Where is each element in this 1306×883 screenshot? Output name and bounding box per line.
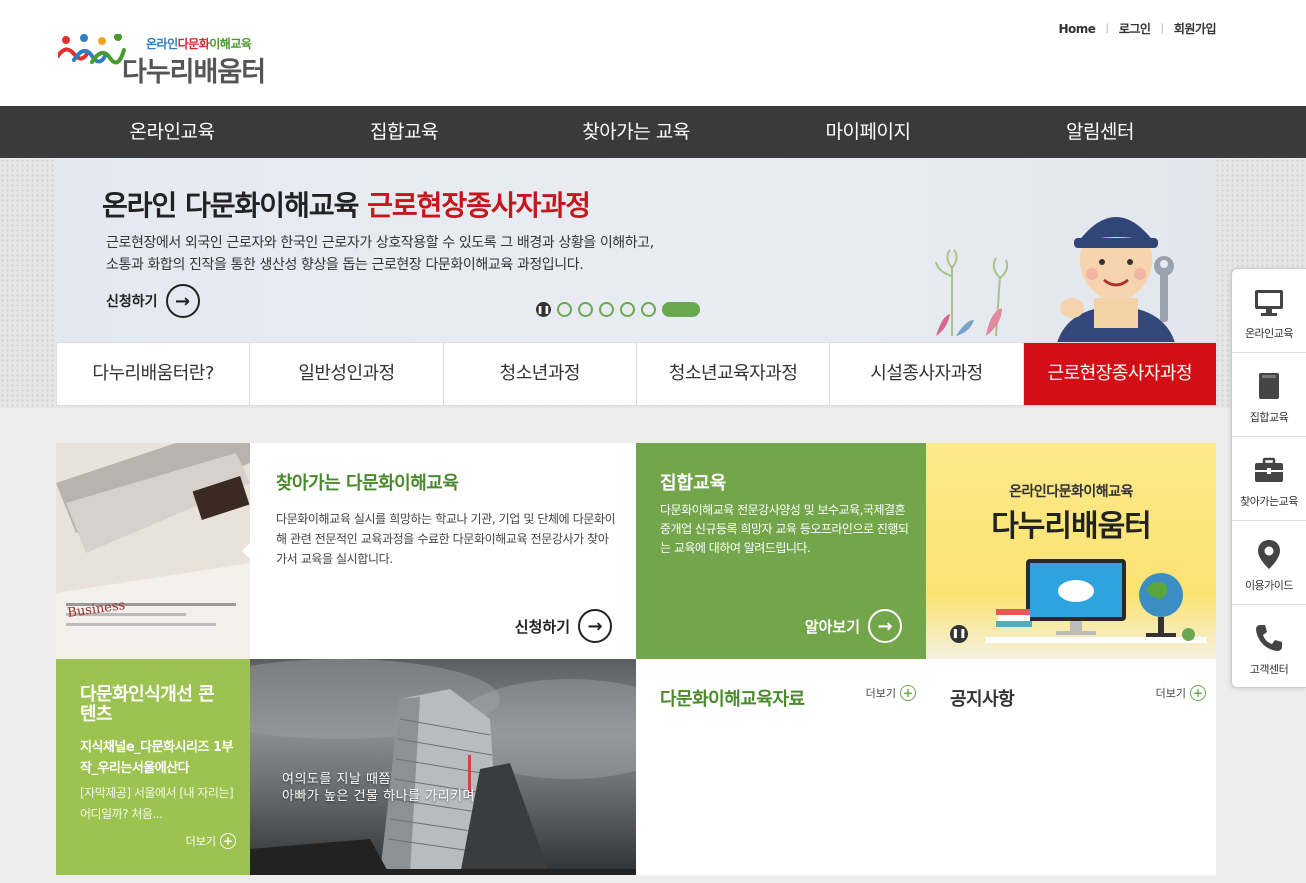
arrow-right-icon: → [868, 609, 902, 643]
nav-item-online[interactable]: 온라인교육 [52, 106, 292, 158]
awareness-content-card: 다문화인식개선 콘텐츠 지식채널e_다문화시리즈 1부작_우리는서울에산다 [자… [56, 659, 250, 875]
quick-item-guide[interactable]: 이용가이드 [1232, 521, 1306, 605]
separator: | [1105, 23, 1109, 34]
quick-menu: 온라인교육 집합교육 찾아가는교육 이용가이드 고객센터 [1231, 268, 1306, 688]
tab-general-adult[interactable]: 일반성인과정 [250, 343, 444, 405]
nav-item-notice[interactable]: 알림센터 [980, 106, 1220, 158]
promo-subtitle: 온라인다문화이해교육 [1009, 484, 1133, 500]
monitor-icon [1255, 290, 1283, 316]
hero-apply-button[interactable]: 신청하기 → [106, 284, 200, 318]
pause-icon[interactable]: ❚❚ [950, 625, 968, 643]
video-caption: 여의도를 지날 때쯤 아빠가 높은 건물 하나를 가리키며 [282, 772, 475, 804]
campaign-subtitle[interactable]: 지식채널e_다문화시리즈 1부작_우리는서울에산다 [80, 737, 240, 779]
hero-description: 근로현장에서 외국인 근로자와 한국인 근로자가 상호작용할 수 있도록 그 배… [106, 235, 654, 273]
book-icon [1259, 373, 1279, 399]
visit-title[interactable]: 찾아가는 다문화이해교육 [276, 469, 459, 495]
top-links: Home | 로그인 | 회원가입 [1059, 20, 1217, 37]
nav-item-mypage[interactable]: 마이페이지 [748, 106, 988, 158]
hero-title: 온라인 다문화이해교육 근로현장종사자과정 [102, 189, 591, 222]
slide-dot[interactable] [641, 302, 656, 317]
slide-dot[interactable] [620, 302, 635, 317]
group-education-card: 집합교육 다문화이해교육 전문강사양성 및 보수교육,국제결혼중개업 신규등록 … [636, 443, 926, 659]
arrow-right-icon: → [165, 284, 200, 318]
video-thumbnail[interactable]: 여의도를 지날 때쯤 아빠가 높은 건물 하나를 가리키며 [250, 659, 636, 875]
slide-dot[interactable] [599, 302, 614, 317]
group-title[interactable]: 집합교육 [660, 469, 726, 495]
slide-dot[interactable] [578, 302, 593, 317]
materials-board: 다문화이해교육자료 더보기 + [636, 659, 926, 875]
tab-field-worker[interactable]: 근로현장종사자과정 [1023, 343, 1216, 405]
worker-illustration-icon [935, 217, 1175, 342]
tab-about[interactable]: 다누리배움터란? [56, 343, 251, 405]
visit-apply-button[interactable]: 신청하기 → [515, 609, 612, 643]
plus-icon: + [220, 833, 236, 849]
desk-photo: Business [56, 443, 250, 659]
logo-title: 다누리배움터 [122, 57, 266, 88]
quick-item-online[interactable]: 온라인교육 [1232, 269, 1306, 353]
visit-description: 다문화이해교육 실시를 희망하는 학교나 기관, 기업 및 단체에 다문화이해 … [276, 512, 616, 566]
quick-item-support[interactable]: 고객센터 [1232, 605, 1306, 689]
notice-title[interactable]: 공지사항 [950, 685, 1015, 711]
slider-dots: ❚❚ [536, 302, 700, 317]
briefcase-icon [1255, 457, 1283, 482]
main-nav: 온라인교육 집합교육 찾아가는 교육 마이페이지 알림센터 [0, 106, 1306, 158]
plus-icon: + [900, 685, 916, 701]
arrow-right-icon: → [578, 609, 612, 643]
location-pin-icon [1258, 540, 1280, 569]
group-description: 다문화이해교육 전문강사양성 및 보수교육,국제결혼중개업 신규등록 희망자 교… [660, 503, 909, 555]
phone-icon [1256, 625, 1282, 651]
plus-icon: + [1190, 685, 1206, 701]
hero-banner: 온라인 다문화이해교육 근로현장종사자과정 근로현장에서 외국인 근로자와 한국… [56, 158, 1216, 342]
campaign-title[interactable]: 다문화인식개선 콘텐츠 [80, 685, 230, 725]
campaign-more-button[interactable]: 더보기 + [186, 833, 236, 849]
header: 온라인다문화이해교육 다누리배움터 Home | 로그인 | 회원가입 [0, 0, 1306, 106]
notch [242, 543, 250, 559]
campaign-description: [자막제공] 서울에서 [내 자리는] 어디일까? 처음... [80, 786, 234, 821]
separator: | [1160, 23, 1164, 34]
tab-youth-educator[interactable]: 청소년교육자과정 [637, 343, 831, 405]
signup-link[interactable]: 회원가입 [1174, 20, 1217, 37]
quick-item-visit[interactable]: 찾아가는교육 [1232, 437, 1306, 521]
site-logo[interactable]: 온라인다문화이해교육 다누리배움터 [58, 28, 278, 88]
slide-dot[interactable] [557, 302, 572, 317]
quick-item-group[interactable]: 집합교육 [1232, 353, 1306, 437]
home-link[interactable]: Home [1059, 22, 1096, 36]
monitor-globe-illustration-icon [986, 559, 1206, 643]
promo-title: 다누리배움터 [991, 509, 1152, 544]
notice-more-button[interactable]: 더보기 + [1156, 685, 1206, 701]
slide-dot-active[interactable] [662, 302, 700, 317]
building-image [250, 659, 636, 875]
tab-youth[interactable]: 청소년과정 [444, 343, 637, 405]
laptop-newspaper-image: Business [56, 443, 250, 659]
promo-banner[interactable]: 온라인다문화이해교육 다누리배움터 ❚❚ [926, 443, 1216, 659]
materials-title[interactable]: 다문화이해교육자료 [660, 685, 805, 711]
pause-icon[interactable]: ❚❚ [536, 302, 551, 317]
nav-item-group[interactable]: 집합교육 [284, 106, 524, 158]
slide-dot-active[interactable] [1182, 628, 1195, 641]
visit-education-card: 찾아가는 다문화이해교육 다문화이해교육 실시를 희망하는 학교나 기관, 기업… [242, 443, 636, 659]
group-learn-more-button[interactable]: 알아보기 → [805, 609, 902, 643]
tab-facility-staff[interactable]: 시설종사자과정 [830, 343, 1024, 405]
nav-item-visit[interactable]: 찾아가는 교육 [516, 106, 756, 158]
materials-more-button[interactable]: 더보기 + [866, 685, 916, 701]
logo-figures-icon [58, 34, 126, 65]
video-progress-bar[interactable] [250, 869, 636, 875]
login-link[interactable]: 로그인 [1119, 20, 1151, 37]
course-tabs: 다누리배움터란? 일반성인과정 청소년과정 청소년교육자과정 시설종사자과정 근… [56, 342, 1216, 406]
notice-board: 공지사항 더보기 + [926, 659, 1216, 875]
